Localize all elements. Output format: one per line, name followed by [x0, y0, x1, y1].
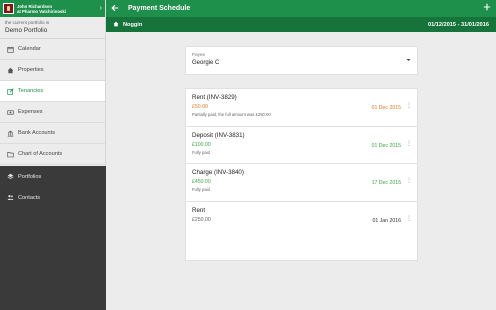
sidebar-item-properties[interactable]: Properties — [0, 60, 105, 81]
payment-list: Rent (INV-3829) £50.00 Partially paid, t… — [185, 88, 418, 261]
portfolio-caption: the current portfolio is — [5, 20, 50, 25]
payment-title: Deposit (INV-3831) — [192, 131, 245, 139]
app-header: Payment Schedule — [106, 0, 496, 17]
bank-icon — [7, 130, 14, 137]
sidebar-item-contacts[interactable]: Contacts — [0, 187, 106, 208]
sidebar-item-label: Portfolios — [18, 173, 42, 180]
payee-label: Payee — [192, 52, 206, 57]
payee-select[interactable]: Payee Georgie C — [185, 46, 418, 75]
folder-icon — [7, 151, 14, 158]
payment-note: Fully paid — [192, 149, 210, 155]
home-icon — [113, 21, 119, 29]
sidebar-item-label: Contacts — [18, 194, 41, 201]
list-item[interactable]: Rent (INV-3829) £50.00 Partially paid, t… — [186, 89, 417, 127]
payment-date: 01 Dec 2015 — [371, 142, 401, 149]
sidebar-item-label: Calendar — [18, 46, 41, 52]
more-vertical-icon[interactable]: ⋮ — [406, 178, 412, 184]
layers-icon — [7, 173, 14, 180]
calendar-icon — [7, 46, 14, 53]
sidebar-item-label: Expenses — [18, 109, 43, 115]
sidebar-item-portfolios[interactable]: Portfolios — [0, 166, 106, 187]
list-item[interactable]: Rent £250.00 01 Jan 2016 ⋮ — [186, 202, 417, 240]
user-bar[interactable]: John Richardson at Pharmo Vatchirinoski … — [0, 0, 105, 17]
portfolio-name: Demo Portfolio — [5, 27, 48, 34]
list-item[interactable]: Deposit (INV-3831) £100.00 Fully paid 01… — [186, 127, 417, 164]
arrow-left-icon[interactable] — [111, 4, 119, 14]
page-title: Payment Schedule — [128, 5, 191, 12]
plus-icon[interactable] — [483, 3, 491, 14]
caret-down-icon[interactable] — [406, 58, 411, 64]
property-bar: Noggin 01/12/2015 - 31/01/2016 — [106, 17, 496, 32]
more-vertical-icon[interactable]: ⋮ — [406, 103, 412, 109]
sidebar-item-bank-accounts[interactable]: Bank Accounts — [0, 123, 105, 144]
users-icon — [7, 194, 14, 201]
current-portfolio[interactable]: the current portfolio is Demo Portfolio — [0, 17, 105, 39]
money-icon — [7, 109, 14, 116]
sidebar-item-label: Bank Accounts — [18, 130, 56, 136]
sidebar-item-calendar[interactable]: Calendar — [0, 39, 105, 60]
edit-icon — [7, 87, 14, 95]
more-vertical-icon[interactable]: ⋮ — [406, 216, 412, 222]
sidebar-item-tenancies[interactable]: Tenancies — [0, 81, 105, 102]
sidebar-item-label: Properties — [18, 67, 44, 73]
main-content: Payee Georgie C Rent (INV-3829) £50.00 P… — [106, 32, 496, 310]
chevron-right-icon[interactable]: › — [100, 5, 102, 12]
sidebar-item-chart-of-accounts[interactable]: Chart of Accounts — [0, 144, 105, 165]
sidebar-secondary: Portfolios Contacts — [0, 166, 106, 310]
user-info: John Richardson at Pharmo Vatchirinoski — [17, 4, 100, 14]
payment-date: 01 Jan 2016 — [372, 217, 401, 224]
sidebar-item-label: Tenancies — [18, 88, 44, 94]
payment-date: 01 Dec 2015 — [371, 105, 401, 111]
payment-date: 17 Dec 2015 — [371, 180, 401, 186]
payment-note: Partially paid, the full amount was £250… — [192, 112, 271, 117]
payment-title: Rent — [192, 206, 206, 214]
property-name: Noggin — [123, 21, 143, 28]
home-icon — [7, 67, 14, 74]
date-range[interactable]: 01/12/2015 - 31/01/2016 — [428, 22, 489, 28]
user-org: at Pharmo Vatchirinoski — [17, 8, 66, 14]
sidebar-item-expenses[interactable]: Expenses — [0, 102, 105, 123]
more-vertical-icon[interactable]: ⋮ — [406, 141, 412, 147]
payment-title: Rent (INV-3829) — [192, 94, 237, 101]
sidebar: John Richardson at Pharmo Vatchirinoski … — [0, 0, 106, 310]
payment-title: Charge (INV-3840) — [192, 169, 244, 176]
list-item[interactable]: Charge (INV-3840) £450.00 Fully paid 17 … — [186, 164, 417, 202]
payee-value: Georgie C — [192, 60, 220, 66]
sidebar-item-label: Chart of Accounts — [18, 151, 63, 157]
avatar — [3, 3, 14, 14]
payment-note: Fully paid — [192, 187, 210, 192]
